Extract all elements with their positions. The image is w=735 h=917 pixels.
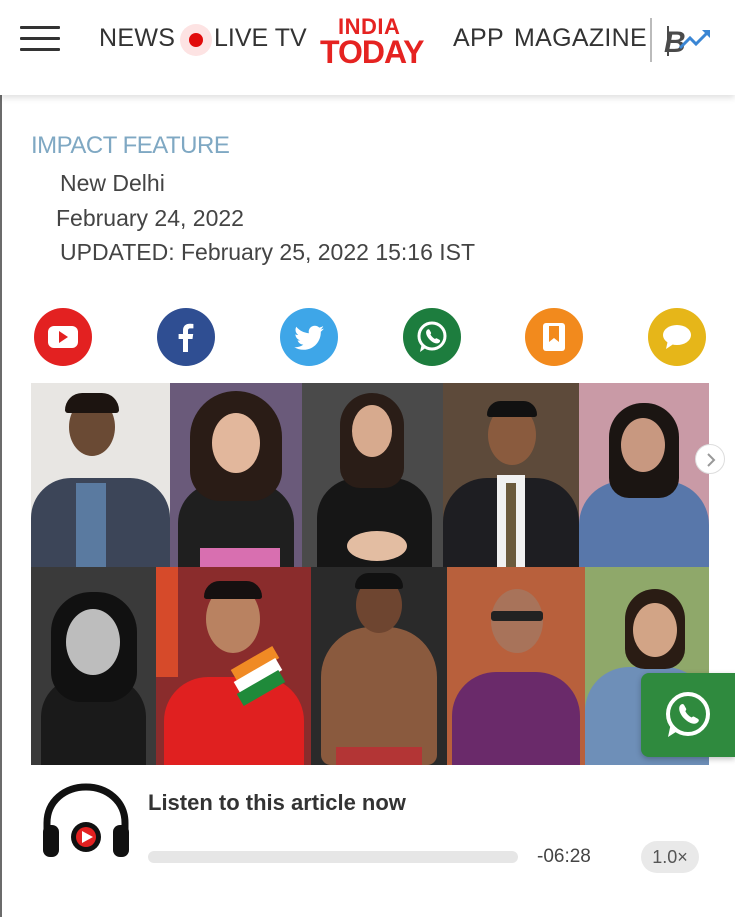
logo-line2: TODAY <box>320 34 424 70</box>
audio-progress-bar[interactable] <box>148 851 518 863</box>
impact-feature-label[interactable]: IMPACT FEATURE <box>31 132 230 160</box>
playback-speed-button[interactable]: 1.0× <box>641 841 699 873</box>
nav-app[interactable]: APP <box>453 24 504 53</box>
dateline-city: New Delhi <box>60 170 165 196</box>
updated-date: UPDATED: February 25, 2022 15:16 IST <box>60 239 476 265</box>
audio-time-remaining: -06:28 <box>537 846 591 867</box>
left-edge-line <box>0 0 2 917</box>
collage-photo-1 <box>31 383 170 567</box>
whatsapp-float-button[interactable] <box>641 673 735 757</box>
collage-photo-2 <box>170 383 302 567</box>
menu-icon[interactable] <box>20 26 60 54</box>
collage-photo-4 <box>443 383 579 567</box>
publish-date: February 24, 2022 <box>56 205 244 231</box>
comment-icon[interactable] <box>648 308 706 366</box>
youtube-icon[interactable] <box>34 308 92 366</box>
nav-magazine[interactable]: MAGAZINE <box>514 24 647 53</box>
nav-news[interactable]: NEWS <box>99 24 175 53</box>
crypto-trend-icon[interactable]: B <box>662 22 712 59</box>
chevron-right-icon <box>707 453 716 467</box>
live-tv-label: LIVE TV <box>214 24 307 52</box>
live-dot-icon <box>180 24 212 56</box>
headphones-play-icon[interactable] <box>41 783 131 861</box>
article-hero-collage[interactable] <box>31 383 709 765</box>
facebook-icon[interactable] <box>157 308 215 366</box>
twitter-icon[interactable] <box>280 308 338 366</box>
header-divider <box>650 18 652 62</box>
collage-photo-7 <box>156 567 311 765</box>
collage-photo-6 <box>31 567 156 765</box>
site-header: NEWS LIVE TV INDIA TODAY APP MAGAZINE B <box>0 0 735 95</box>
collage-photo-8 <box>311 567 447 765</box>
whatsapp-icon <box>666 692 710 737</box>
bookmark-icon[interactable] <box>525 308 583 366</box>
collage-photo-9 <box>447 567 585 765</box>
collage-photo-5 <box>579 383 709 567</box>
audio-title: Listen to this article now <box>148 790 406 815</box>
collage-photo-3 <box>302 383 443 567</box>
india-today-logo[interactable]: INDIA TODAY <box>318 14 430 70</box>
carousel-next-button[interactable] <box>695 444 725 474</box>
whatsapp-icon[interactable] <box>403 308 461 366</box>
